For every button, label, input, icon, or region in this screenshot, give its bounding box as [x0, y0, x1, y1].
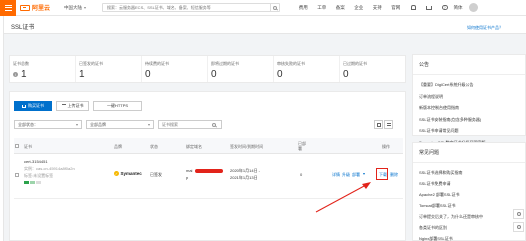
faq-item[interactable]: Tomcat部署SSL证书 [419, 200, 519, 211]
announcements-card: 公告 【重要】DigiCert系统升级公告 订单流程说明 新版本控制台使用指南 … [412, 54, 526, 145]
faq-card: 常见问题 SSL证书选择和购买指南 SSL证书免费申请 Apache2 部署SS… [412, 142, 526, 241]
announcement-item[interactable]: SSL证书申请常见问题 [419, 125, 519, 137]
contact-button[interactable] [513, 222, 524, 232]
announcement-item[interactable]: 新版本控制台使用指南 [419, 102, 519, 114]
chat-icon [516, 212, 521, 216]
announcement-item[interactable]: SSL证书安装指南(包含多种服务器) [419, 114, 519, 126]
faq-item[interactable]: Apache2 部署SSL证书 [419, 189, 519, 200]
faq-item[interactable]: SSL证书选择和购买指南 [419, 167, 519, 178]
faq-item[interactable]: Nginx部署SSL证书 [419, 233, 519, 241]
faq-item[interactable]: 各类证书的区别 [419, 222, 519, 233]
announcement-item[interactable]: 订单流程说明 [419, 91, 519, 103]
announcements-title: 公告 [413, 55, 525, 75]
announcement-item[interactable]: 【重要】DigiCert系统升级公告 [419, 79, 519, 91]
faq-title: 常见问题 [413, 143, 525, 163]
feedback-button[interactable] [513, 209, 524, 219]
headset-icon [516, 225, 521, 229]
faq-item[interactable]: SSL证书免费申请 [419, 178, 519, 189]
faq-item[interactable]: 订单提交后关了，为什么还是审核中 [419, 211, 519, 222]
